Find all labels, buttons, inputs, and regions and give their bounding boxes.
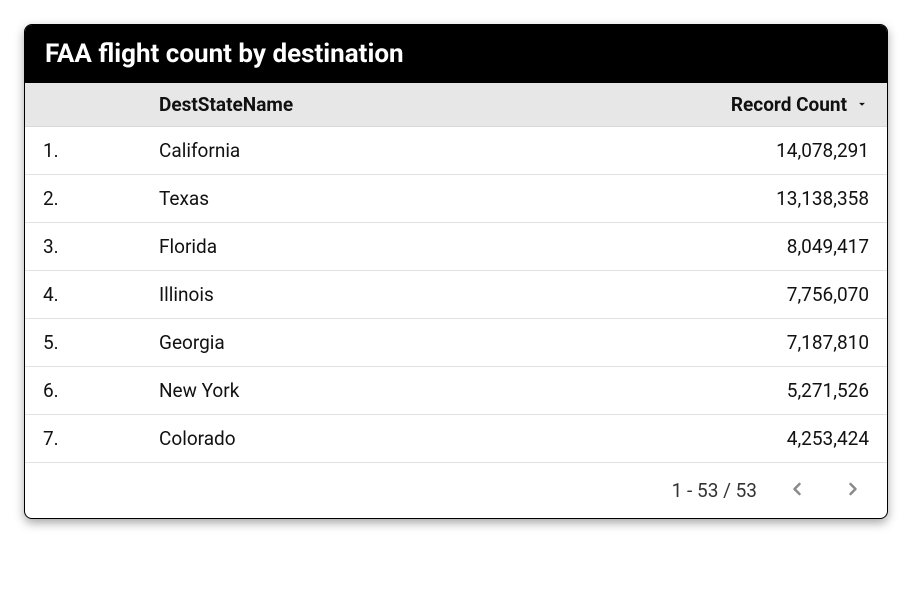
table-header-row: DestStateName Record Count	[25, 83, 887, 127]
row-index: 3.	[43, 235, 159, 258]
pager	[781, 473, 869, 508]
row-index: 5.	[43, 331, 159, 354]
table-row: 1. California 14,078,291	[25, 127, 887, 175]
row-name: New York	[159, 379, 787, 402]
table-row: 5. Georgia 7,187,810	[25, 319, 887, 367]
table-row: 6. New York 5,271,526	[25, 367, 887, 415]
table-row: 7. Colorado 4,253,424	[25, 415, 887, 463]
row-count: 5,271,526	[787, 379, 869, 402]
row-index: 4.	[43, 283, 159, 306]
table-row: 3. Florida 8,049,417	[25, 223, 887, 271]
table-footer: 1 - 53 / 53	[25, 463, 887, 518]
row-name: California	[159, 139, 776, 162]
row-name: Texas	[159, 187, 776, 210]
row-name: Georgia	[159, 331, 787, 354]
header-deststatename[interactable]: DestStateName	[159, 93, 731, 116]
chevron-left-icon	[787, 479, 807, 502]
row-count: 7,187,810	[787, 331, 869, 354]
row-index: 6.	[43, 379, 159, 402]
next-page-button[interactable]	[837, 473, 869, 508]
row-index: 1.	[43, 139, 159, 162]
sort-desc-icon	[855, 93, 869, 116]
table-row: 4. Illinois 7,756,070	[25, 271, 887, 319]
row-name: Colorado	[159, 427, 787, 450]
row-count: 7,756,070	[787, 283, 869, 306]
chevron-right-icon	[843, 479, 863, 502]
header-record-count[interactable]: Record Count	[731, 93, 869, 116]
row-count: 8,049,417	[787, 235, 869, 258]
header-record-count-label: Record Count	[731, 93, 847, 116]
table-row: 2. Texas 13,138,358	[25, 175, 887, 223]
row-index: 7.	[43, 427, 159, 450]
row-name: Florida	[159, 235, 787, 258]
row-index: 2.	[43, 187, 159, 210]
data-card: FAA flight count by destination DestStat…	[24, 24, 888, 519]
prev-page-button[interactable]	[781, 473, 813, 508]
row-count: 4,253,424	[787, 427, 869, 450]
pagination-range: 1 - 53 / 53	[672, 479, 757, 502]
row-count: 13,138,358	[776, 187, 869, 210]
card-title: FAA flight count by destination	[25, 25, 887, 83]
row-name: Illinois	[159, 283, 787, 306]
row-count: 14,078,291	[776, 139, 869, 162]
